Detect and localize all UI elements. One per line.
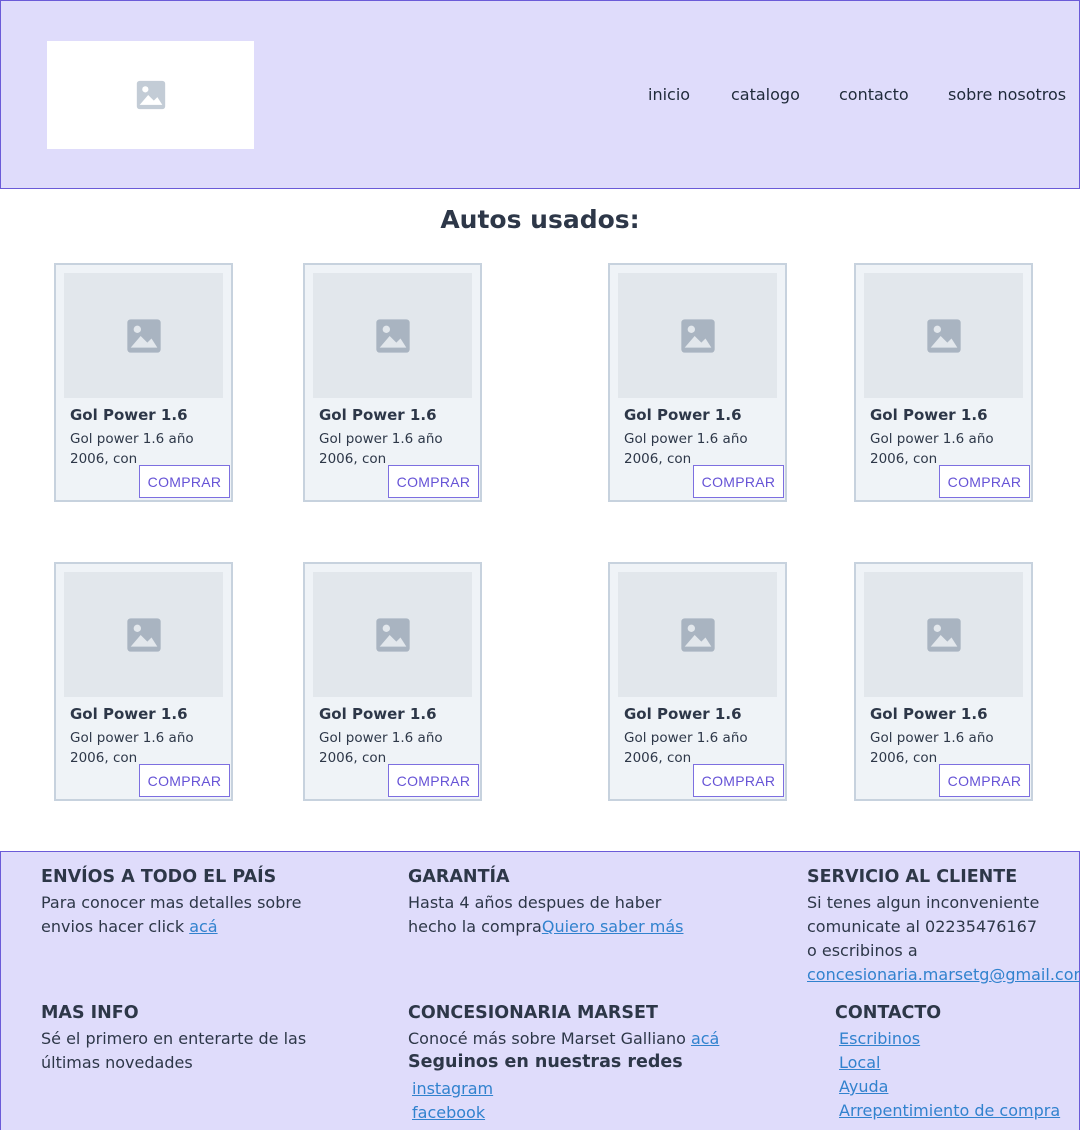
instagram-link[interactable]: instagram <box>412 1077 493 1101</box>
more-info-text: Sé el primero en enterarte de las última… <box>41 1029 307 1072</box>
product-title: Gol Power 1.6 <box>319 406 437 424</box>
warranty-heading: GARANTÍA <box>408 867 510 887</box>
warranty-text: Hasta 4 años despues de haber hecho la c… <box>408 891 698 939</box>
image-placeholder-icon <box>680 318 715 353</box>
product-card: Gol Power 1.6 Gol power 1.6 año 2006, con… <box>854 562 1033 801</box>
contact-link-arrepentimiento[interactable]: Arrepentimiento de compra <box>839 1099 1060 1123</box>
product-card: Gol Power 1.6 Gol power 1.6 año 2006, con… <box>854 263 1033 502</box>
product-image <box>618 572 777 697</box>
product-image <box>64 572 223 697</box>
dealer-text: Conocé más sobre Marset Galliano acá <box>408 1027 719 1051</box>
product-image <box>864 273 1023 398</box>
service-line-1: Si tenes algun inconveniente <box>807 893 1040 912</box>
buy-button[interactable]: COMPRAR <box>939 764 1030 797</box>
dealer-link[interactable]: acá <box>691 1029 719 1048</box>
service-line-3: o escribinos a <box>807 941 918 960</box>
service-heading: SERVICIO AL CLIENTE <box>807 867 1018 887</box>
shipping-text: Para conocer mas detalles sobre envios h… <box>41 891 311 939</box>
contact-link-escribinos[interactable]: Escribinos <box>839 1027 920 1051</box>
buy-button[interactable]: COMPRAR <box>388 764 479 797</box>
warranty-link[interactable]: Quiero saber más <box>542 917 684 936</box>
nav-contacto[interactable]: contacto <box>839 85 909 104</box>
social-heading: Seguinos en nuestras redes <box>408 1052 683 1072</box>
product-title: Gol Power 1.6 <box>319 705 437 723</box>
image-placeholder-icon <box>126 617 161 652</box>
product-title: Gol Power 1.6 <box>870 705 988 723</box>
service-email-link[interactable]: concesionaria.marsetg@gmail.com <box>807 963 1080 987</box>
nav-inicio[interactable]: inicio <box>648 85 690 104</box>
site-header: inicio catalogo contacto sobre nosotros <box>0 0 1080 189</box>
page-title: Autos usados: <box>440 205 640 234</box>
image-placeholder-icon <box>680 617 715 652</box>
product-title: Gol Power 1.6 <box>870 406 988 424</box>
dealer-text-body: Conocé más sobre Marset Galliano <box>408 1029 691 1048</box>
contact-link-local[interactable]: Local <box>839 1051 880 1075</box>
service-line-2: comunicate al 02235476167 <box>807 917 1038 936</box>
product-image <box>618 273 777 398</box>
logo[interactable] <box>47 41 254 149</box>
product-card: Gol Power 1.6 Gol power 1.6 año 2006, con… <box>303 263 482 502</box>
shipping-link[interactable]: acá <box>189 917 217 936</box>
product-image <box>313 572 472 697</box>
shipping-text-body: Para conocer mas detalles sobre envios h… <box>41 893 302 936</box>
image-placeholder-icon <box>926 318 961 353</box>
product-title: Gol Power 1.6 <box>624 406 742 424</box>
contact-link-ayuda[interactable]: Ayuda <box>839 1075 888 1099</box>
product-title: Gol Power 1.6 <box>70 406 188 424</box>
image-placeholder-icon <box>926 617 961 652</box>
product-card: Gol Power 1.6 Gol power 1.6 año 2006, con… <box>608 562 787 801</box>
product-image <box>64 273 223 398</box>
image-placeholder-icon <box>126 318 161 353</box>
nav-catalogo[interactable]: catalogo <box>731 85 800 104</box>
buy-button[interactable]: COMPRAR <box>693 764 784 797</box>
buy-button[interactable]: COMPRAR <box>139 764 230 797</box>
image-placeholder-icon <box>136 80 165 110</box>
more-info-heading: MAS INFO <box>41 1003 139 1023</box>
product-title: Gol Power 1.6 <box>70 705 188 723</box>
product-card: Gol Power 1.6 Gol power 1.6 año 2006, con… <box>608 263 787 502</box>
product-card: Gol Power 1.6 Gol power 1.6 año 2006, con… <box>303 562 482 801</box>
product-card: Gol Power 1.6 Gol power 1.6 año 2006, con… <box>54 562 233 801</box>
shipping-heading: ENVÍOS A TODO EL PAÍS <box>41 867 277 887</box>
buy-button[interactable]: COMPRAR <box>139 465 230 498</box>
product-image <box>864 572 1023 697</box>
buy-button[interactable]: COMPRAR <box>939 465 1030 498</box>
product-image <box>313 273 472 398</box>
image-placeholder-icon <box>375 318 410 353</box>
image-placeholder-icon <box>375 617 410 652</box>
contact-heading: CONTACTO <box>835 1003 942 1023</box>
facebook-link[interactable]: facebook <box>412 1101 485 1125</box>
site-footer: ENVÍOS A TODO EL PAÍS Para conocer mas d… <box>0 851 1080 1130</box>
buy-button[interactable]: COMPRAR <box>693 465 784 498</box>
product-title: Gol Power 1.6 <box>624 705 742 723</box>
buy-button[interactable]: COMPRAR <box>388 465 479 498</box>
dealer-heading: CONCESIONARIA MARSET <box>408 1003 658 1023</box>
product-card: Gol Power 1.6 Gol power 1.6 año 2006, con… <box>54 263 233 502</box>
nav-sobre-nosotros[interactable]: sobre nosotros <box>948 85 1066 104</box>
